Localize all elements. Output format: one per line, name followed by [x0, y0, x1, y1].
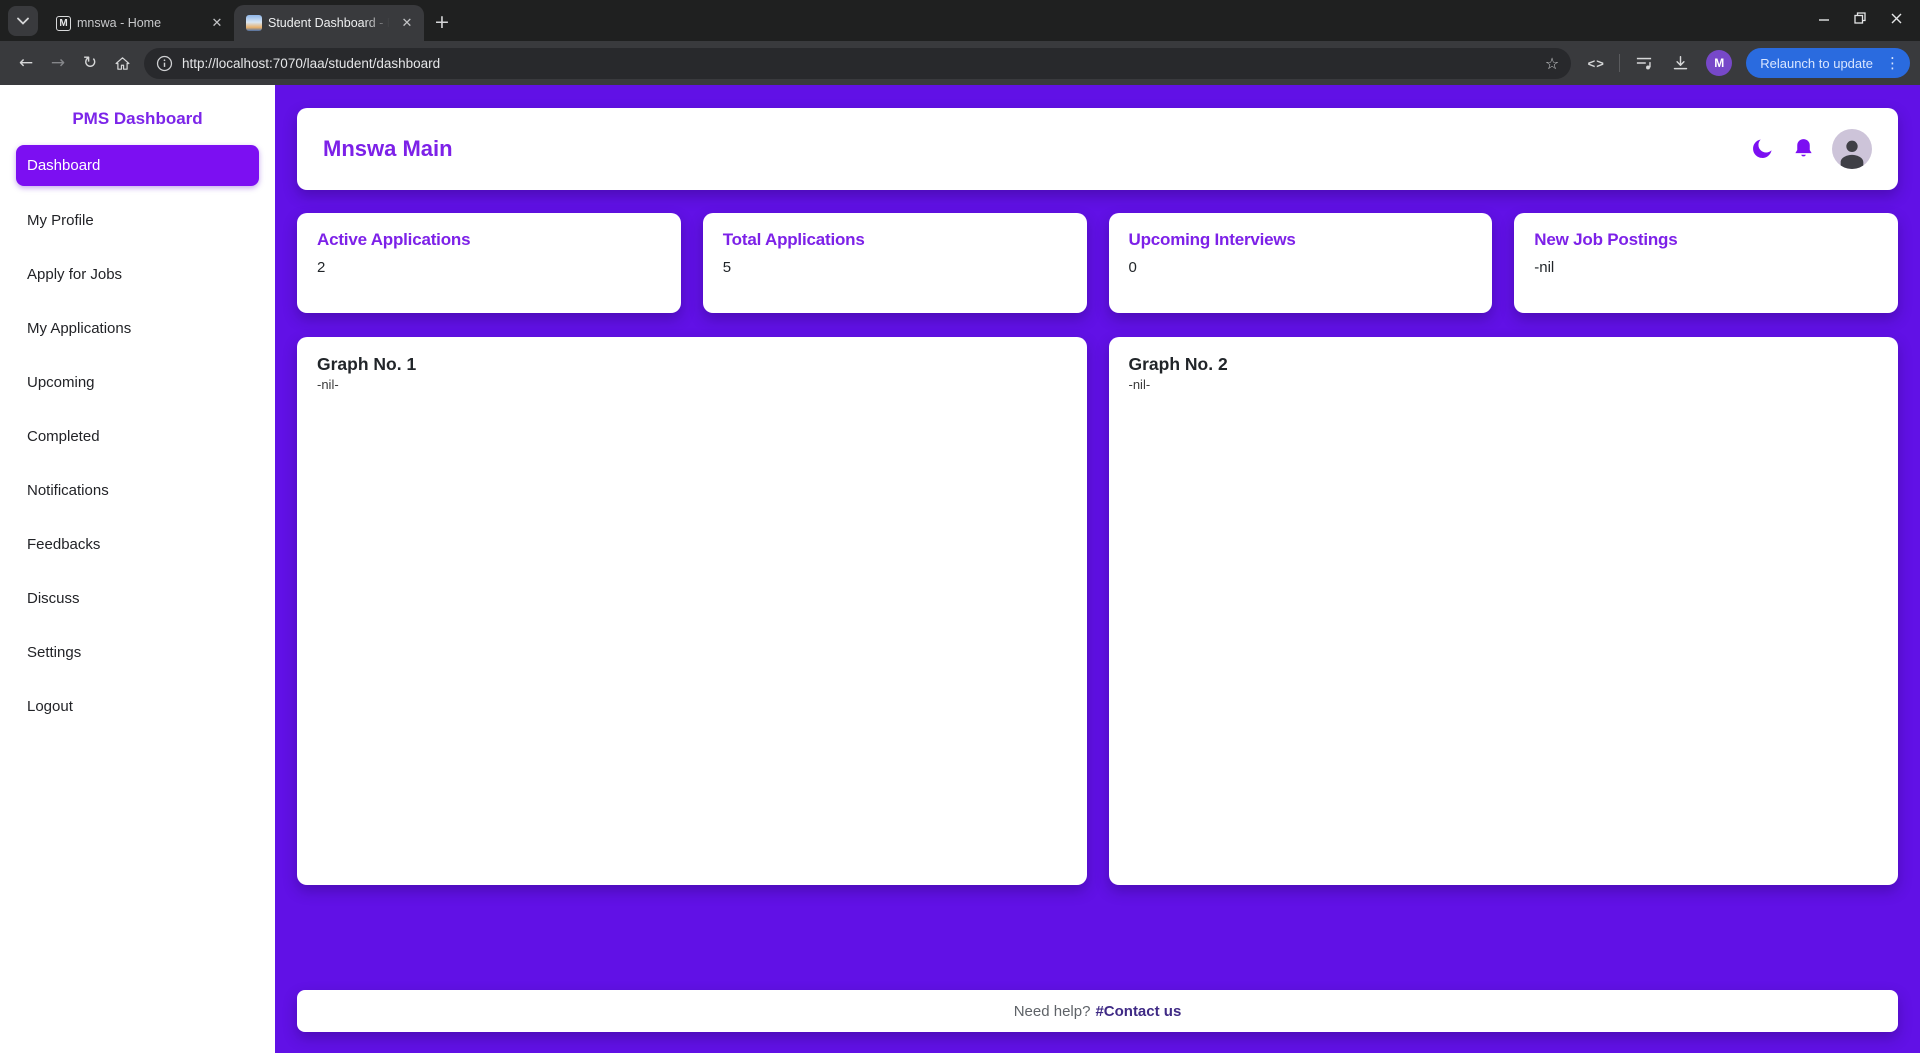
notifications-button[interactable]	[1791, 136, 1816, 162]
stat-value: 2	[317, 259, 661, 276]
relaunch-label: Relaunch to update	[1760, 56, 1873, 71]
sidebar-item-my-profile[interactable]: My Profile	[0, 193, 275, 247]
stat-value: 0	[1129, 259, 1473, 276]
graph-empty-value: -nil-	[317, 377, 1067, 392]
site-info-icon[interactable]	[156, 55, 173, 72]
relaunch-to-update-button[interactable]: Relaunch to update ⋮	[1746, 48, 1910, 78]
sidebar-item-feedbacks[interactable]: Feedbacks	[0, 517, 275, 571]
dark-mode-toggle[interactable]	[1749, 136, 1775, 162]
footer-text: Need help?	[1014, 1003, 1091, 1020]
graph-cards-row: Graph No. 1 -nil- Graph No. 2 -nil-	[297, 337, 1898, 885]
media-playlist-button[interactable]	[1628, 47, 1660, 79]
page-title: Mnswa Main	[323, 136, 1749, 162]
sidebar-item-dashboard[interactable]: Dashboard	[16, 145, 259, 186]
toolbar-divider	[1619, 54, 1620, 72]
close-window-icon	[1891, 13, 1902, 24]
sidebar-title: PMS Dashboard	[0, 109, 275, 129]
download-icon	[1672, 55, 1689, 72]
graph-card-2: Graph No. 2 -nil-	[1109, 337, 1899, 885]
toolbar-right-icons: <> M Relaunch to update ⋮	[1581, 47, 1910, 79]
stat-title: New Job Postings	[1534, 230, 1878, 250]
browser-menu-dots-icon[interactable]: ⋮	[1881, 54, 1904, 72]
stat-value: 5	[723, 259, 1067, 276]
sidebar-item-apply-for-jobs[interactable]: Apply for Jobs	[0, 247, 275, 301]
sidebar: PMS Dashboard Dashboard My Profile Apply…	[0, 85, 275, 1053]
sidebar-nav: My Profile Apply for Jobs My Application…	[0, 193, 275, 733]
graph-title: Graph No. 2	[1129, 354, 1879, 375]
stat-title: Total Applications	[723, 230, 1067, 250]
back-button[interactable]: ←	[10, 47, 42, 79]
site-thumbnail-favicon-icon	[246, 15, 262, 31]
code-icon[interactable]: <>	[1581, 56, 1611, 71]
browser-toolbar: ← → ↻ http://localhost:7070/laa/student/…	[0, 41, 1920, 85]
page-header-card: Mnswa Main	[297, 108, 1898, 190]
new-tab-button[interactable]: +	[428, 8, 456, 36]
tab-close-icon[interactable]: ✕	[398, 14, 416, 32]
bell-icon	[1791, 136, 1816, 162]
stat-value: -nil	[1534, 259, 1878, 276]
stat-card-new-job-postings: New Job Postings -nil	[1514, 213, 1898, 313]
sidebar-item-completed[interactable]: Completed	[0, 409, 275, 463]
bookmark-star-icon[interactable]: ☆	[1545, 54, 1559, 73]
restore-button[interactable]	[1846, 4, 1874, 32]
tab-student-dashboard[interactable]: Student Dashboard - PMS ✕	[234, 5, 424, 41]
stat-title: Active Applications	[317, 230, 661, 250]
forward-button[interactable]: →	[42, 47, 74, 79]
playlist-icon	[1635, 55, 1653, 71]
tab-title: mnswa - Home	[77, 16, 202, 30]
sidebar-item-settings[interactable]: Settings	[0, 625, 275, 679]
home-icon	[114, 55, 131, 72]
stat-cards-row: Active Applications 2 Total Applications…	[297, 213, 1898, 313]
close-window-button[interactable]	[1882, 4, 1910, 32]
minimize-icon	[1818, 12, 1830, 24]
graph-card-1: Graph No. 1 -nil-	[297, 337, 1087, 885]
sidebar-item-notifications[interactable]: Notifications	[0, 463, 275, 517]
graph-title: Graph No. 1	[317, 354, 1067, 375]
stat-card-active-applications: Active Applications 2	[297, 213, 681, 313]
tab-mnswa-home[interactable]: M mnswa - Home ✕	[44, 5, 234, 41]
tab-close-icon[interactable]: ✕	[208, 14, 226, 32]
sidebar-item-my-applications[interactable]: My Applications	[0, 301, 275, 355]
person-icon	[1835, 135, 1869, 169]
sidebar-item-upcoming[interactable]: Upcoming	[0, 355, 275, 409]
minimize-button[interactable]	[1810, 4, 1838, 32]
m-letter-favicon-icon: M	[56, 16, 71, 31]
window-controls	[1810, 0, 1910, 36]
home-button[interactable]	[106, 47, 138, 79]
user-avatar[interactable]	[1832, 129, 1872, 169]
tab-search-button[interactable]	[8, 6, 38, 36]
downloads-button[interactable]	[1664, 47, 1696, 79]
reload-button[interactable]: ↻	[74, 47, 106, 79]
moon-icon	[1749, 136, 1775, 162]
stat-card-total-applications: Total Applications 5	[703, 213, 1087, 313]
restore-window-icon	[1854, 12, 1866, 24]
stat-card-upcoming-interviews: Upcoming Interviews 0	[1109, 213, 1493, 313]
main-content: Mnswa Main	[275, 85, 1920, 1053]
stat-title: Upcoming Interviews	[1129, 230, 1473, 250]
address-bar[interactable]: http://localhost:7070/laa/student/dashbo…	[144, 48, 1571, 79]
url-text[interactable]: http://localhost:7070/laa/student/dashbo…	[182, 56, 1545, 71]
chevron-down-icon	[17, 17, 29, 25]
browser-tab-strip: M mnswa - Home ✕ Student Dashboard - PMS…	[0, 0, 1920, 41]
sidebar-item-logout[interactable]: Logout	[0, 679, 275, 733]
browser-profile-avatar[interactable]: M	[1706, 50, 1732, 76]
tab-title: Student Dashboard - PMS	[268, 16, 392, 30]
graph-empty-value: -nil-	[1129, 377, 1879, 392]
contact-us-link[interactable]: #Contact us	[1095, 1003, 1181, 1020]
footer-help-bar: Need help? #Contact us	[297, 990, 1898, 1032]
sidebar-item-discuss[interactable]: Discuss	[0, 571, 275, 625]
